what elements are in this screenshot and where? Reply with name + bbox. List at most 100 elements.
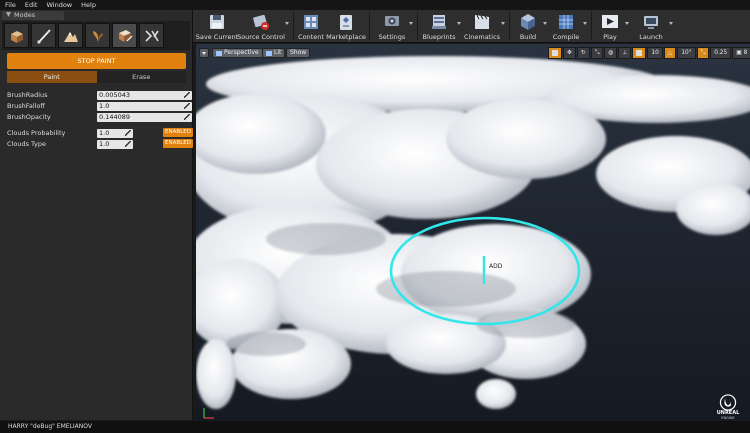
launch-button[interactable]: Launch [637, 11, 665, 42]
landscape-mode-button[interactable] [58, 23, 83, 48]
cinematics-label: Cinematics [463, 33, 501, 41]
brush-radius-field[interactable]: 0.005043 [97, 90, 192, 100]
modes-tab[interactable]: Modes [2, 11, 64, 20]
foliage-mode-button[interactable] [85, 23, 110, 48]
settings-icon [385, 16, 399, 26]
surface-snap-button[interactable]: ⊥ [618, 47, 632, 59]
geometry-mode-icon [144, 29, 159, 42]
tab-paint[interactable]: Paint [7, 71, 97, 83]
select-mode-icon [552, 50, 558, 56]
build-button[interactable]: Build [515, 11, 541, 42]
world-space-button[interactable]: ◍ [604, 47, 618, 59]
menu-edit[interactable]: Edit [25, 1, 38, 9]
save-current-label: Save Current [195, 33, 239, 41]
blueprints-button[interactable]: Blueprints [422, 11, 456, 42]
cinematics-button[interactable]: Cinematics [463, 11, 501, 42]
modes-tab-icon [6, 12, 11, 17]
clouds-type-label: Clouds Type [7, 140, 46, 148]
rotation-snap-button[interactable]: 10° [677, 47, 696, 59]
toolbar-separator [369, 12, 370, 40]
content-icon [304, 15, 318, 29]
play-label: Play [603, 33, 617, 41]
grid-size-button[interactable]: 10 [647, 47, 663, 59]
rotation-snap-toggle[interactable]: △ [663, 47, 677, 59]
content-button[interactable]: Content [297, 11, 325, 42]
save-current-button[interactable]: Save Current [195, 11, 239, 42]
grid-snap-toggle[interactable] [632, 47, 647, 59]
tab-erase[interactable]: Erase [96, 71, 186, 83]
perspective-button[interactable]: Perspective [212, 48, 263, 58]
place-mode-button[interactable] [4, 23, 29, 48]
clouds-type-enabled-badge[interactable]: ENABLED [163, 139, 193, 148]
build-icon [521, 14, 535, 30]
brush-falloff-field[interactable]: 1.0 [97, 101, 192, 111]
translate-mode-button[interactable]: ✥ [563, 47, 576, 59]
spin-icon[interactable] [184, 113, 190, 120]
spin-icon[interactable] [184, 91, 190, 98]
brush-opacity-field[interactable]: 0.144089 [97, 112, 192, 122]
lit-mode-icon [266, 50, 272, 56]
marketplace-button[interactable]: Marketplace [326, 11, 366, 42]
camera-speed-button[interactable]: ▣ 8 [732, 47, 750, 59]
menu-file[interactable]: File [5, 1, 16, 9]
source-control-dropdown-caret[interactable] [285, 22, 289, 25]
rotate-mode-button[interactable]: ↻ [576, 47, 590, 59]
spin-icon[interactable] [125, 140, 131, 147]
clouds-probability-enabled-badge[interactable]: ENABLED [163, 128, 193, 137]
modes-toolbar [2, 21, 190, 50]
camera-speed-icon: ▣ [736, 50, 742, 56]
launch-dropdown-caret[interactable] [669, 22, 673, 25]
lit-button[interactable]: Lit [262, 48, 286, 58]
scale-snap-button[interactable]: 0.25 [710, 47, 732, 59]
menu-window[interactable]: Window [46, 1, 72, 9]
play-dropdown-caret[interactable] [625, 22, 629, 25]
perspective-label: Perspective [224, 49, 259, 56]
brush-radius-value: 0.005043 [99, 90, 131, 99]
select-mode-button[interactable] [548, 47, 562, 59]
cinematics-dropdown-caret[interactable] [501, 22, 505, 25]
menu-help[interactable]: Help [81, 1, 96, 9]
modes-panel: Modes STOP PAINT Paint Erase BrushRadius… [0, 10, 193, 420]
cloud-scene [196, 44, 750, 421]
source-control-label: Source Control [237, 33, 285, 41]
scale-mode-button[interactable]: ⤡ [590, 47, 604, 59]
spin-icon[interactable] [125, 129, 131, 136]
spin-icon[interactable] [184, 102, 190, 109]
source-control-button[interactable]: Source Control [237, 11, 285, 42]
clouds-type-field[interactable]: 1.0 [97, 139, 133, 149]
launch-label: Launch [639, 33, 663, 41]
rotation-snap-value: 10° [681, 50, 692, 56]
clouds-probability-field[interactable]: 1.0 [97, 128, 133, 138]
brush-opacity-value: 0.144089 [99, 112, 131, 121]
brush-radius-label: BrushRadius [7, 91, 48, 99]
paint-mode-button[interactable] [31, 23, 56, 48]
brush-mode-label: ADD [489, 263, 503, 270]
viewport-toolbar: Perspective Lit Show ✥ ↻ ⤡ ◍ ⊥ 10 △ 10° … [196, 44, 750, 61]
geometry-mode-button[interactable] [139, 23, 164, 48]
brush-falloff-row: BrushFalloff 1.0 [7, 101, 192, 111]
level-viewport[interactable]: ADD Perspective Lit Show ✥ ↻ ⤡ ◍ ⊥ 10 △ … [196, 44, 750, 421]
settings-dropdown-caret[interactable] [409, 22, 413, 25]
toolbar-separator [417, 12, 418, 40]
paint-mode-icon [36, 28, 51, 44]
stop-paint-button[interactable]: STOP PAINT [7, 53, 186, 69]
play-button[interactable]: Play [599, 11, 621, 42]
camera-icon [216, 50, 222, 56]
build-label: Build [519, 33, 537, 41]
settings-button[interactable]: Settings [377, 11, 407, 42]
blueprints-dropdown-caret[interactable] [457, 22, 461, 25]
show-button[interactable]: Show [286, 48, 311, 58]
clouds-probability-value: 1.0 [99, 128, 110, 137]
mesh-paint-mode-button[interactable] [112, 23, 137, 48]
compile-button[interactable]: Compile [551, 11, 581, 42]
scale-icon: ⤡ [594, 50, 600, 56]
compile-dropdown-caret[interactable] [583, 22, 587, 25]
lit-label: Lit [274, 49, 282, 56]
unreal-logo-icon [719, 394, 737, 411]
brush-falloff-value: 1.0 [99, 101, 110, 110]
scale-snap-toggle[interactable]: ⤡ [696, 47, 710, 59]
viewport-options-button[interactable] [199, 48, 209, 58]
build-dropdown-caret[interactable] [543, 22, 547, 25]
toolbar-separator [293, 12, 294, 40]
rotation-snap-icon: △ [667, 50, 673, 56]
